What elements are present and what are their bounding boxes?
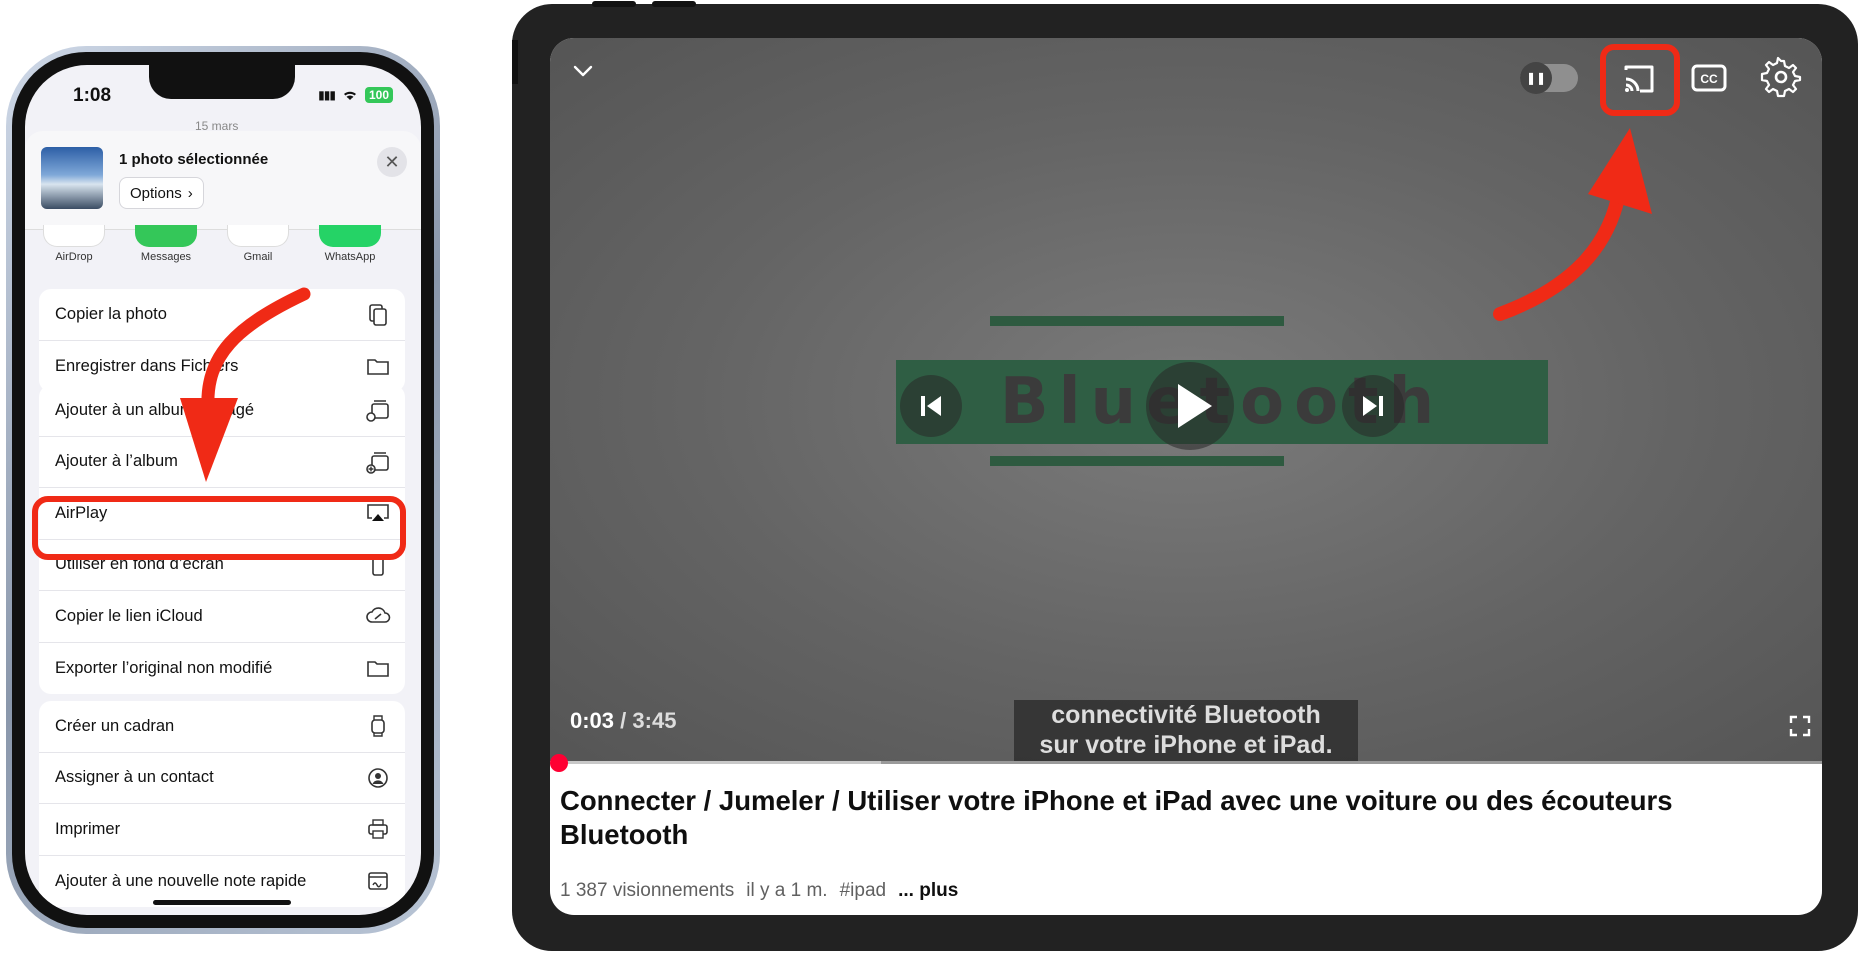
gmail-icon [227, 225, 289, 247]
video-meta: 1 387 visionnements il y a 1 m. #ipad ..… [560, 880, 958, 902]
time-separator: / [614, 708, 633, 733]
skip-previous-icon [921, 396, 941, 416]
iphone-device: 1:08 ▮▮▮ 100 15 mars 1 photo sélectionné… [6, 46, 440, 934]
airplay-highlight-box [32, 496, 406, 560]
wifi-icon [343, 91, 356, 100]
progress-bar[interactable] [550, 761, 1822, 764]
action-group-3: Créer un cadran Assigner à un contact Im… [39, 701, 405, 907]
play-icon [1178, 384, 1212, 428]
skip-next-icon [1363, 396, 1383, 416]
action-print[interactable]: Imprimer [39, 804, 405, 856]
copy-icon [369, 304, 387, 326]
app-label: Gmail [243, 251, 273, 263]
home-indicator [153, 900, 291, 905]
pause-icon: ❚❚ [1520, 62, 1552, 94]
battery-indicator: 100 [364, 87, 393, 103]
action-assign-to-contact[interactable]: Assigner à un contact [39, 753, 405, 804]
video-title: Connecter / Jumeler / Utiliser votre iPh… [560, 785, 1673, 850]
upload-age: il y a 1 m. [746, 880, 828, 901]
action-label: Ajouter à une nouvelle note rapide [55, 871, 307, 890]
share-sheet-header: 1 photo sélectionnée Options › ✕ [25, 131, 421, 229]
folder-icon [367, 358, 389, 375]
more-link[interactable]: ... plus [898, 880, 958, 902]
cc-icon: CC [1691, 64, 1727, 92]
status-time: 1:08 [73, 85, 112, 106]
cast-highlight-box [1600, 44, 1680, 116]
gear-icon[interactable] [1760, 56, 1802, 98]
action-label: Créer un cadran [55, 716, 175, 735]
hashtag-link[interactable]: #ipad [840, 880, 887, 902]
icloud-link-icon [366, 607, 391, 623]
whatsapp-icon [319, 225, 381, 247]
options-label: Options [130, 184, 182, 202]
caption-line: connectivité Bluetooth [1051, 701, 1321, 729]
quick-note-icon [368, 871, 388, 890]
ipad-side-button [512, 40, 518, 84]
messages-icon [135, 225, 197, 247]
photo-thumbnail[interactable] [41, 147, 103, 209]
progress-handle[interactable] [550, 754, 568, 772]
progress-buffer [550, 761, 881, 764]
action-copy-icloud-link[interactable]: Copier le lien iCloud [39, 591, 405, 643]
airdrop-icon [43, 225, 105, 247]
chevron-right-icon: › [187, 184, 193, 202]
play-button[interactable] [1146, 362, 1234, 450]
ipad-volume-button [652, 1, 696, 7]
app-label: WhatsApp [324, 251, 376, 263]
share-app-airdrop[interactable]: AirDrop [41, 225, 107, 275]
share-app-whatsapp[interactable]: WhatsApp [317, 225, 383, 275]
chevron-down-icon[interactable] [568, 56, 598, 86]
closed-captions-button[interactable]: CC [1690, 60, 1728, 96]
action-label: Copier le lien iCloud [55, 606, 203, 625]
watch-icon [371, 715, 385, 737]
options-button[interactable]: Options › [119, 177, 204, 209]
thumbnail-line-bottom [990, 456, 1284, 466]
ipad-volume-button [592, 1, 636, 7]
share-app-messages[interactable]: Messages [133, 225, 199, 275]
action-label: Copier la photo [55, 304, 167, 323]
iphone-bezel: 1:08 ▮▮▮ 100 15 mars 1 photo sélectionné… [12, 52, 434, 928]
share-apps-row: AirDrop Messages Gmail WhatsApp [41, 225, 401, 275]
fullscreen-icon[interactable] [1788, 714, 1812, 738]
add-album-icon [366, 451, 389, 474]
cc-label: CC [1700, 72, 1718, 86]
close-button[interactable]: ✕ [377, 147, 407, 177]
caption-overlay: connectivité Bluetooth sur votre iPhone … [1014, 700, 1358, 762]
contact-icon [368, 767, 388, 788]
duration: 3:45 [632, 708, 677, 733]
printer-icon [368, 819, 388, 839]
status-indicators: ▮▮▮ 100 [318, 87, 393, 103]
folder-icon [367, 660, 389, 677]
iphone-screen: 1:08 ▮▮▮ 100 15 mars 1 photo sélectionné… [25, 65, 421, 915]
view-count: 1 387 visionnements [560, 880, 735, 901]
app-label: AirDrop [55, 251, 93, 263]
arrow-to-cast [1493, 128, 1652, 321]
action-label: Ajouter à l’album [55, 452, 178, 471]
notch [149, 65, 295, 99]
share-app-gmail[interactable]: Gmail [225, 225, 291, 275]
autoplay-toggle[interactable]: ❚❚ [1520, 62, 1578, 94]
screenshot-composite: 1:08 ▮▮▮ 100 15 mars 1 photo sélectionné… [0, 0, 1860, 953]
signal-icon: ▮▮▮ [318, 88, 336, 102]
close-icon: ✕ [384, 151, 400, 172]
thumbnail-line-top [990, 316, 1284, 326]
next-button[interactable] [1342, 375, 1404, 437]
time-display: 0:03 / 3:45 [570, 708, 676, 734]
action-create-watch-face[interactable]: Créer un cadran [39, 701, 405, 753]
caption-line: sur votre iPhone et iPad. [1039, 731, 1333, 759]
previous-button[interactable] [900, 375, 962, 437]
shared-album-icon [366, 400, 389, 422]
action-label: Exporter l’original non modifié [55, 658, 273, 677]
action-export-original[interactable]: Exporter l’original non modifié [39, 643, 405, 695]
action-label: Assigner à un contact [55, 768, 214, 787]
arrow-to-airplay [180, 287, 311, 482]
share-title: 1 photo sélectionnée [119, 151, 269, 168]
current-time: 0:03 [570, 708, 615, 733]
action-label: Imprimer [55, 819, 121, 838]
app-label: Messages [140, 251, 192, 263]
